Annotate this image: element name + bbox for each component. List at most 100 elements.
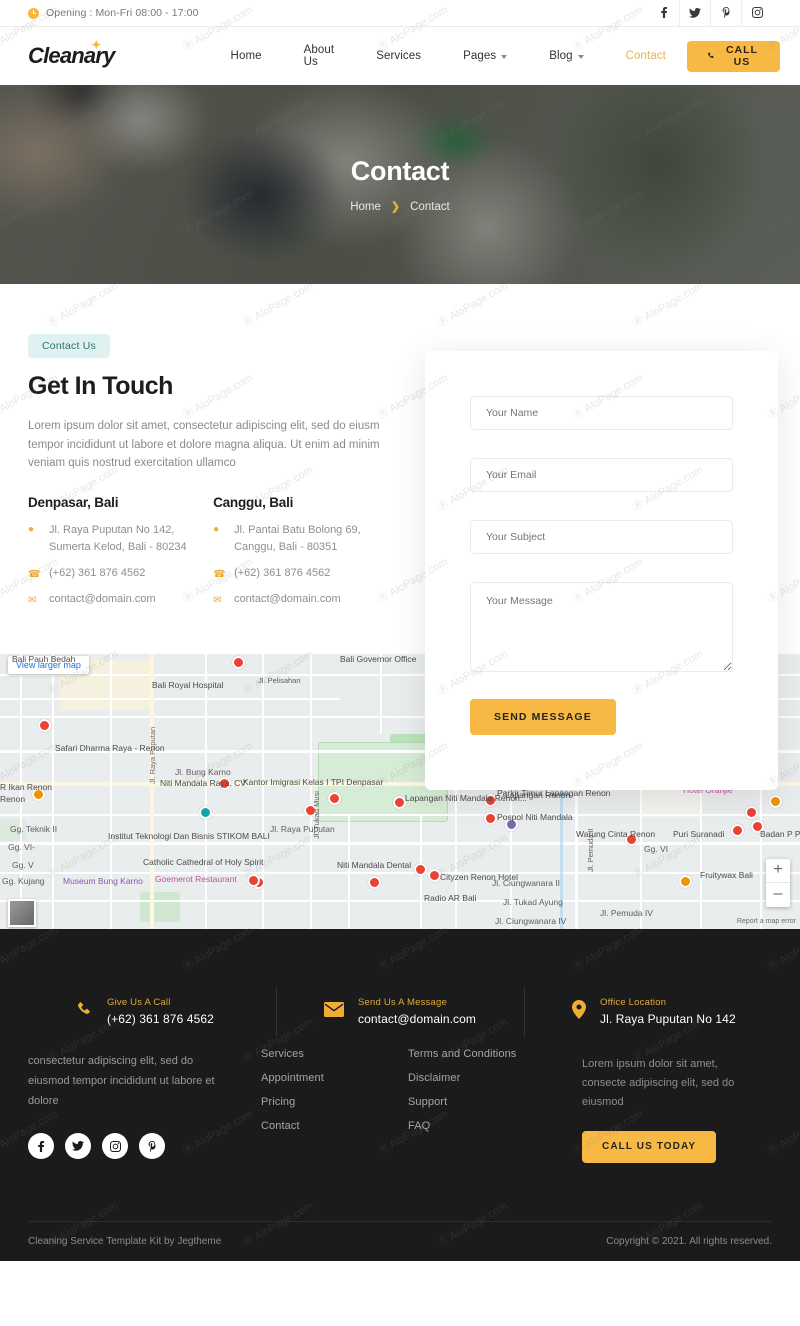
map-pin[interactable] bbox=[769, 795, 782, 808]
map-label: Museum Bung Karno bbox=[63, 876, 143, 886]
map-label: Jl. Bung Karno bbox=[175, 767, 231, 777]
nav-item-blog[interactable]: Blog bbox=[528, 50, 604, 62]
map-pin[interactable] bbox=[679, 875, 692, 888]
branch-denpasar: Denpasar, Bali ● Jl. Raya Puputan No 142… bbox=[28, 495, 213, 608]
map-pin[interactable] bbox=[368, 876, 381, 889]
footer-pinterest-icon[interactable] bbox=[139, 1133, 165, 1160]
map-label: Gg. Teknik II bbox=[10, 824, 58, 834]
topbar-twitter-icon[interactable] bbox=[679, 0, 710, 27]
quick-link-services[interactable]: Services bbox=[261, 1048, 408, 1060]
breadcrumb-home[interactable]: Home bbox=[350, 201, 381, 213]
quick-link-contact[interactable]: Contact bbox=[261, 1120, 408, 1132]
section-heading: Get In Touch bbox=[28, 372, 173, 400]
site-logo-text: Cleanary bbox=[28, 43, 115, 68]
envelope-icon: ✉ bbox=[28, 595, 37, 607]
map-label: R Ikan Renon bbox=[0, 782, 52, 792]
map-label: Niti Mandala Raya. CV bbox=[160, 778, 246, 788]
zoom-out-button[interactable]: – bbox=[766, 883, 790, 907]
branch-email[interactable]: ✉ contact@domain.com bbox=[28, 591, 213, 608]
footer-instagram-icon[interactable] bbox=[102, 1133, 128, 1160]
branch-name: Denpasar, Bali bbox=[28, 495, 119, 511]
map-error-link[interactable]: Report a map error bbox=[737, 918, 796, 927]
map-label: Warung Cinta Renon bbox=[576, 829, 656, 839]
message-textarea[interactable] bbox=[470, 582, 733, 672]
info-give-us-a-call[interactable]: Give Us A Call (+62) 361 876 4562 bbox=[28, 975, 276, 1048]
nav-item-contact[interactable]: Contact bbox=[605, 50, 687, 62]
subject-input[interactable] bbox=[470, 520, 733, 554]
map-pin[interactable] bbox=[247, 874, 260, 887]
footer-facebook-icon[interactable] bbox=[28, 1133, 54, 1160]
map-pin[interactable] bbox=[484, 812, 497, 825]
map-pin[interactable] bbox=[731, 824, 744, 837]
zoom-in-button[interactable]: + bbox=[766, 859, 790, 883]
branch-email[interactable]: ✉ contact@domain.com bbox=[213, 591, 400, 608]
info-office-location[interactable]: Office Location Jl. Raya Puputan No 142 bbox=[524, 975, 772, 1048]
map-label: Catholic Cathedral of Holy Spirit bbox=[143, 857, 264, 867]
footer-social-list bbox=[28, 1133, 261, 1160]
map-pin[interactable] bbox=[414, 863, 427, 876]
branch-address: ● Jl. Raya Puputan No 142, Sumerta Kelod… bbox=[28, 522, 213, 556]
branch-phone[interactable]: ☎ (+62) 361 876 4562 bbox=[28, 565, 213, 582]
send-message-button[interactable]: SEND MESSAGE bbox=[470, 699, 616, 735]
nav-label: Home bbox=[230, 50, 262, 62]
map-pin[interactable] bbox=[232, 656, 245, 669]
phone-icon: ☎ bbox=[213, 569, 226, 581]
phone-icon bbox=[76, 1001, 93, 1023]
nav-label: Pages bbox=[463, 50, 497, 62]
branch-phone-text: (+62) 361 876 4562 bbox=[49, 567, 146, 580]
topbar-social-list bbox=[648, 0, 772, 27]
map-label: Gg. VI bbox=[644, 844, 669, 854]
map-label: Renon bbox=[0, 794, 26, 804]
map-pin[interactable] bbox=[328, 792, 341, 805]
map-pin[interactable] bbox=[745, 806, 758, 819]
chevron-down-icon bbox=[577, 55, 584, 59]
footer-twitter-icon[interactable] bbox=[65, 1133, 91, 1160]
map-label: Bali Pauh Bedah bbox=[12, 654, 76, 664]
quick-link-appointment[interactable]: Appointment bbox=[261, 1072, 408, 1084]
map-label: Jl. Ciungwanara IV bbox=[495, 916, 567, 926]
map-label: Goemerot Restaurant bbox=[155, 874, 237, 884]
nav-label: About Us bbox=[303, 44, 335, 68]
nav-item-about-us[interactable]: About Us bbox=[283, 44, 356, 68]
nav-label: Blog bbox=[549, 50, 573, 62]
topbar-pinterest-icon[interactable] bbox=[710, 0, 741, 27]
map-label: Gg. V bbox=[12, 860, 34, 870]
chevron-down-icon bbox=[501, 55, 508, 59]
map-label: Gg. VI- bbox=[8, 842, 35, 852]
branch-list: Denpasar, Bali ● Jl. Raya Puputan No 142… bbox=[28, 495, 400, 608]
contact-page: Opening : Mon-Fri 08:00 - 17:00 Cleanary… bbox=[0, 0, 800, 1261]
info-send-us-a-message[interactable]: Send Us A Message contact@domain.com bbox=[276, 975, 524, 1048]
email-input[interactable] bbox=[470, 458, 733, 492]
call-us-button[interactable]: CALL US bbox=[686, 40, 780, 72]
name-input[interactable] bbox=[470, 396, 733, 430]
site-header: Cleanary ✦ Home About Us Services Pages … bbox=[0, 27, 800, 85]
footer-bottom-bar: Cleaning Service Template Kit by Jegthem… bbox=[28, 1220, 772, 1261]
site-logo[interactable]: Cleanary ✦ bbox=[28, 38, 115, 69]
sparkle-icon: ✦ bbox=[91, 38, 101, 52]
map-street-view-thumb[interactable] bbox=[8, 899, 36, 927]
location-pin-icon: ● bbox=[28, 524, 35, 536]
clock-icon bbox=[28, 7, 39, 19]
info-value: contact@domain.com bbox=[358, 1012, 477, 1026]
call-us-today-button[interactable]: CALL US TODAY bbox=[582, 1130, 717, 1163]
quick-link-pricing[interactable]: Pricing bbox=[261, 1096, 408, 1108]
nav-item-home[interactable]: Home bbox=[210, 50, 283, 62]
location-pin-icon bbox=[572, 999, 586, 1024]
map-zoom-controls[interactable]: + – bbox=[766, 859, 790, 907]
topbar-instagram-icon[interactable] bbox=[741, 0, 772, 27]
map-label: Jl. Pemuda IV bbox=[600, 908, 653, 918]
branch-address-text: Jl. Pantai Batu Bolong 69, Canggu, Bali … bbox=[234, 524, 361, 554]
useful-link-support[interactable]: Support bbox=[408, 1096, 582, 1108]
useful-link-disclaimer[interactable]: Disclaimer bbox=[408, 1072, 582, 1084]
topbar-facebook-icon[interactable] bbox=[648, 0, 679, 27]
map-pin[interactable] bbox=[38, 719, 51, 732]
nav-label: Services bbox=[376, 50, 422, 62]
nav-item-services[interactable]: Services bbox=[355, 50, 442, 62]
map-pin[interactable] bbox=[199, 806, 212, 819]
useful-link-faq[interactable]: FAQ bbox=[408, 1120, 582, 1132]
info-value: (+62) 361 876 4562 bbox=[107, 1012, 214, 1026]
nav-item-pages[interactable]: Pages bbox=[442, 50, 528, 62]
branch-phone[interactable]: ☎ (+62) 361 876 4562 bbox=[213, 565, 400, 582]
useful-link-terms-and-conditions[interactable]: Terms and Conditions bbox=[408, 1048, 582, 1060]
branch-address: ● Jl. Pantai Batu Bolong 69, Canggu, Bal… bbox=[213, 522, 400, 556]
